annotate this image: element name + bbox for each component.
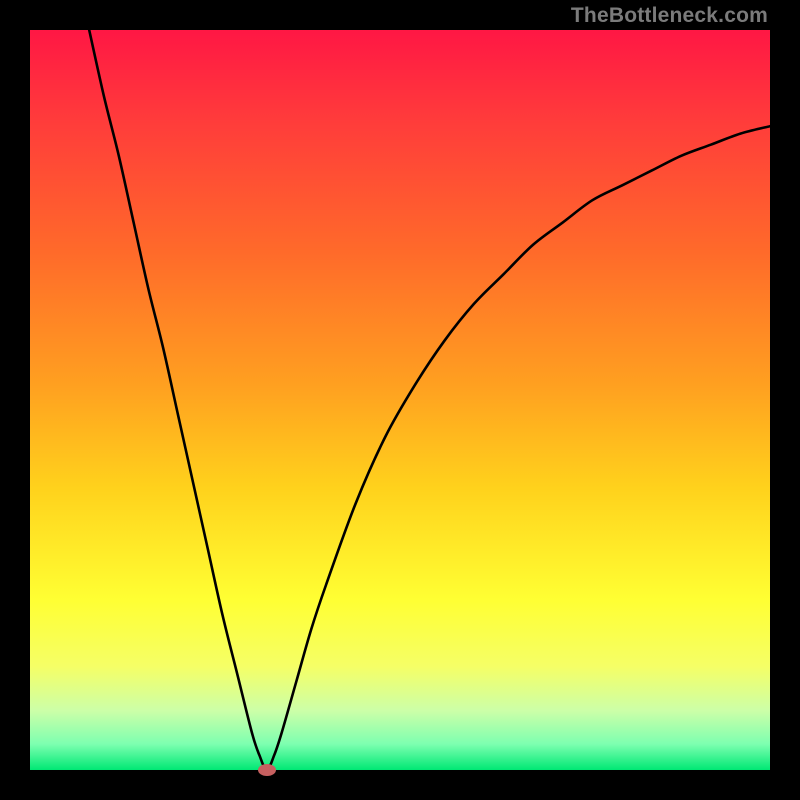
chart-frame bbox=[30, 30, 770, 770]
watermark-text: TheBottleneck.com bbox=[571, 4, 768, 28]
optimal-point-marker bbox=[258, 764, 276, 776]
bottleneck-curve bbox=[30, 30, 770, 770]
plot-area bbox=[30, 30, 770, 770]
